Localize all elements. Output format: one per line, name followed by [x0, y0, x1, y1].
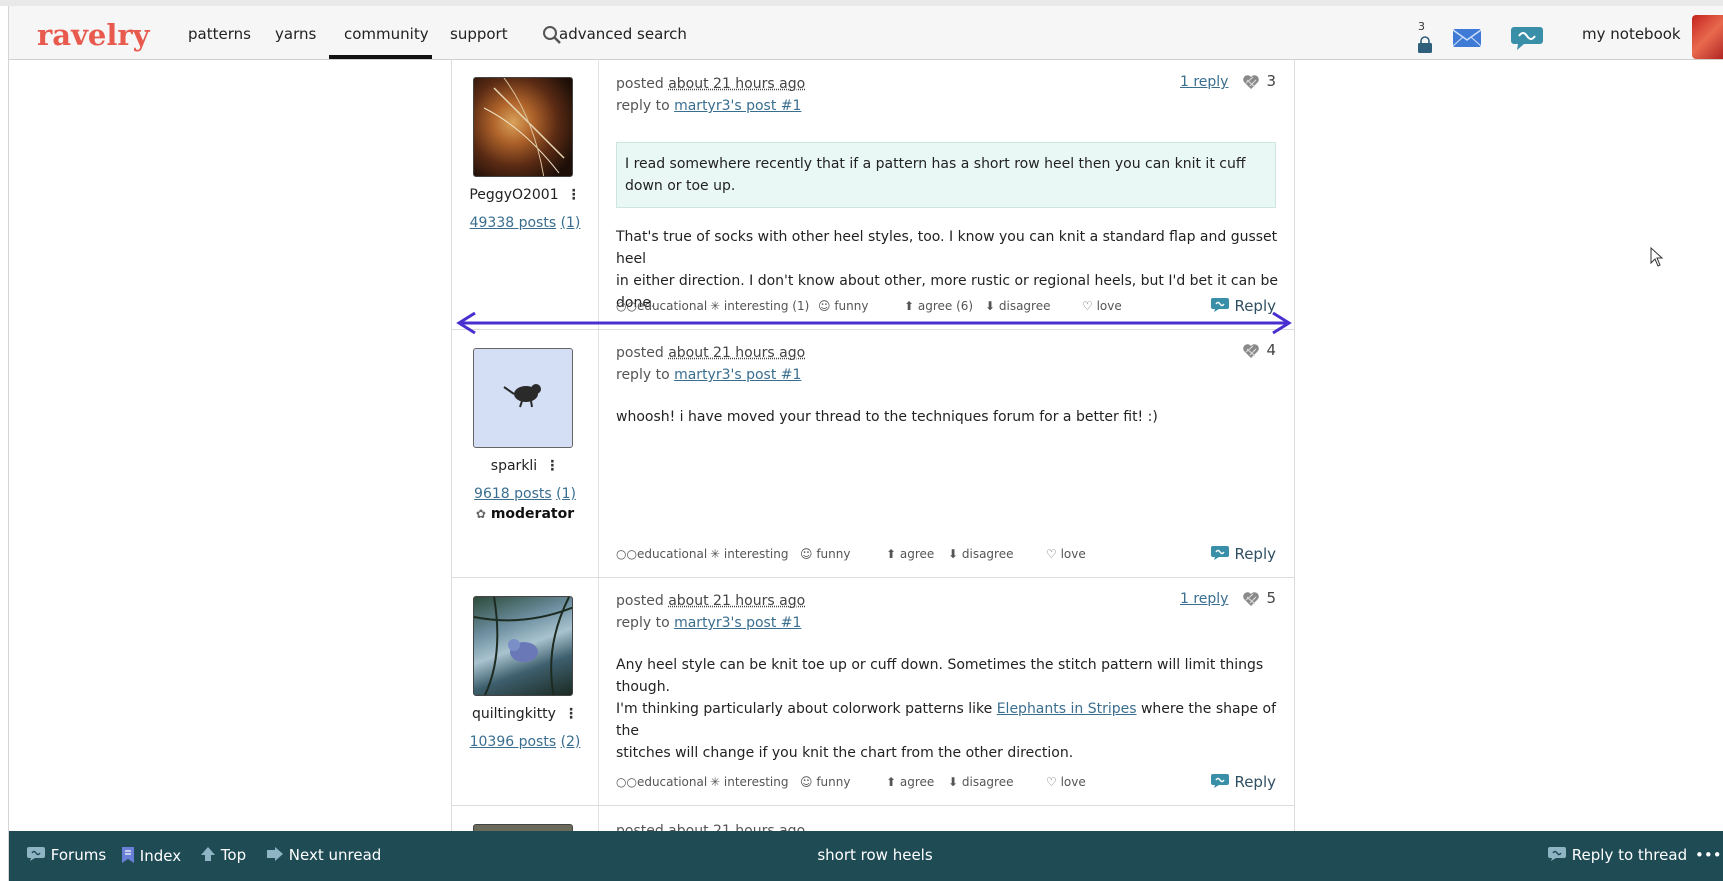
forum-chat-icon[interactable]	[1510, 24, 1544, 52]
post-stats: 1 reply 5	[1180, 589, 1276, 607]
replies-link[interactable]: 1 reply	[1180, 591, 1228, 607]
post-author-panel: PeggyO2001 ⋮ 49338 posts (1)	[452, 59, 599, 329]
reply-button[interactable]: Reply	[1210, 773, 1276, 791]
shopping-bag-icon	[1416, 36, 1434, 54]
reply-target-link[interactable]: martyr3's post #1	[674, 615, 801, 631]
heart-count: 4	[1266, 341, 1276, 359]
reaction-bar: ○○educational ✳ interesting ☺ funny ⬆ ag…	[616, 547, 1276, 567]
post-timestamp[interactable]: about 21 hours ago	[668, 76, 805, 92]
author-username[interactable]: PeggyO2001 ⋮	[452, 187, 598, 203]
nav-active-indicator	[329, 55, 432, 59]
my-notebook-link[interactable]: my notebook	[1582, 25, 1681, 43]
user-avatar[interactable]	[1692, 15, 1723, 59]
heart-count: 3	[1266, 72, 1276, 90]
author-menu-icon[interactable]: ⋮	[564, 706, 578, 722]
thread-title: short row heels	[9, 846, 1723, 864]
forum-post: quiltingkitty ⋮ 10396 posts (2) posted ab…	[452, 578, 1294, 806]
pattern-link[interactable]: Elephants in Stripes	[997, 701, 1137, 717]
mail-icon[interactable]	[1452, 28, 1482, 48]
author-avatar[interactable]	[473, 596, 573, 696]
post-meta: posted about 21 hours ago reply to marty…	[616, 590, 1276, 634]
nav-support[interactable]: support	[450, 25, 508, 43]
post-meta: posted about 21 hours ago reply to marty…	[616, 342, 1276, 386]
advanced-search-link[interactable]: advanced search	[559, 25, 687, 43]
shopping-notification[interactable]: 3	[1414, 20, 1438, 58]
nav-yarns[interactable]: yarns	[275, 25, 316, 43]
post-author-panel: sparkli ⋮ 9618 posts (1) ✿ moderator	[452, 330, 599, 577]
notification-count: 3	[1418, 20, 1425, 33]
post-stats: 4	[1242, 341, 1276, 359]
nav-community[interactable]: community	[344, 25, 429, 43]
heart-icon[interactable]	[1242, 343, 1260, 359]
ravelry-logo[interactable]: ravelry	[37, 18, 150, 52]
author-menu-icon[interactable]: ⋮	[567, 187, 581, 203]
reply-button[interactable]: Reply	[1210, 545, 1276, 563]
forum-posts-list: PeggyO2001 ⋮ 49338 posts (1) posted about…	[451, 59, 1295, 831]
author-avatar[interactable]	[473, 77, 573, 177]
reply-icon	[1547, 846, 1567, 862]
reaction-interesting[interactable]: ✳ interesting	[710, 547, 788, 561]
top-navbar: ravelry patterns yarns community support…	[9, 6, 1723, 60]
post-author-panel: quiltingkitty ⋮ 10396 posts (2)	[452, 578, 599, 805]
post-timestamp[interactable]: about 21 hours ago	[668, 593, 805, 609]
reaction-love[interactable]: ♡ love	[1046, 547, 1086, 561]
double-arrow-annotation	[455, 311, 1293, 335]
reply-to-thread-button[interactable]: Reply to thread	[1547, 846, 1687, 864]
moderator-badge: ✿ moderator	[452, 506, 598, 522]
author-post-count[interactable]: 10396 posts (2)	[452, 734, 598, 750]
post-stats: 1 reply 3	[1180, 72, 1276, 90]
heart-icon[interactable]	[1242, 74, 1260, 90]
post-meta: posted about 21 hours ago	[616, 820, 1276, 831]
author-post-count[interactable]: 9618 posts (1)	[452, 486, 598, 502]
replies-link[interactable]: 1 reply	[1180, 74, 1228, 90]
mouse-cursor-icon	[1650, 247, 1664, 267]
post-body-text: Any heel style can be knit toe up or cuf…	[616, 654, 1280, 764]
forum-post: posted about 21 hours ago	[452, 806, 1294, 831]
reaction-bar: ○○educational ✳ interesting ☺ funny ⬆ ag…	[616, 775, 1276, 795]
post-meta: posted about 21 hours ago reply to marty…	[616, 73, 1276, 117]
heart-count: 5	[1266, 589, 1276, 607]
quoted-text: I read somewhere recently that if a patt…	[616, 142, 1276, 208]
post-body-text: whoosh! i have moved your thread to the …	[616, 406, 1280, 428]
reply-target-link[interactable]: martyr3's post #1	[674, 367, 801, 383]
author-username[interactable]: quiltingkitty ⋮	[452, 706, 598, 722]
reaction-agree[interactable]: ⬆ agree	[886, 775, 934, 789]
reply-target-link[interactable]: martyr3's post #1	[674, 98, 801, 114]
moderator-icon: ✿	[476, 507, 486, 521]
author-avatar[interactable]	[473, 348, 573, 448]
reaction-funny[interactable]: ☺ funny	[800, 547, 850, 561]
reply-icon	[1210, 545, 1230, 561]
reaction-interesting[interactable]: ✳ interesting	[710, 775, 788, 789]
post-timestamp[interactable]: about 21 hours ago	[668, 345, 805, 361]
window-edge	[8, 6, 9, 881]
reaction-funny[interactable]: ☺ funny	[800, 775, 850, 789]
author-avatar[interactable]	[473, 824, 573, 831]
author-post-count[interactable]: 49338 posts (1)	[452, 215, 598, 231]
reaction-disagree[interactable]: ⬇ disagree	[948, 547, 1013, 561]
author-menu-icon[interactable]: ⋮	[545, 458, 559, 474]
forum-post: PeggyO2001 ⋮ 49338 posts (1) posted about…	[452, 59, 1294, 330]
forum-post: sparkli ⋮ 9618 posts (1) ✿ moderator post…	[452, 330, 1294, 578]
reaction-love[interactable]: ♡ love	[1046, 775, 1086, 789]
more-menu-button[interactable]: •••	[1695, 846, 1722, 864]
thread-bottom-bar: Forums Index Top Next unread short row h…	[9, 831, 1723, 881]
reaction-agree[interactable]: ⬆ agree	[886, 547, 934, 561]
reaction-disagree[interactable]: ⬇ disagree	[948, 775, 1013, 789]
reaction-educational[interactable]: ○○educational	[616, 547, 707, 561]
reaction-educational[interactable]: ○○educational	[616, 775, 707, 789]
heart-icon[interactable]	[1242, 591, 1260, 607]
reply-icon	[1210, 773, 1230, 789]
author-username[interactable]: sparkli ⋮	[452, 458, 598, 474]
post-author-panel	[452, 806, 599, 831]
nav-patterns[interactable]: patterns	[188, 25, 251, 43]
